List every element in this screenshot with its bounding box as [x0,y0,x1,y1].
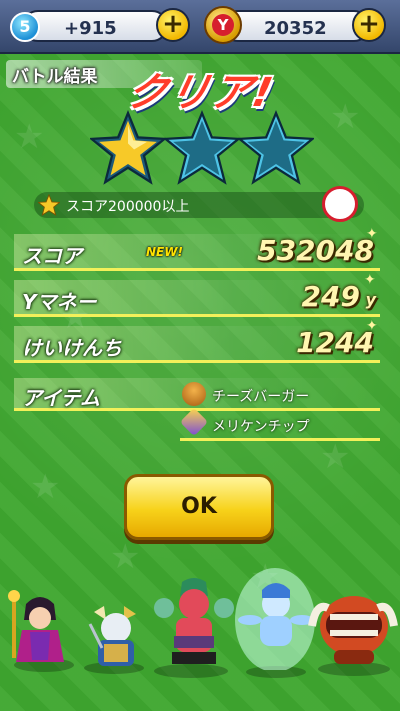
sparkle-icon: ✦ [366,318,378,334]
energy-icon: 5 [10,12,40,42]
add-energy-button[interactable]: + [156,8,190,42]
burger-icon [182,382,206,406]
energy-pill: +915 [22,10,168,42]
money-pill: 20352 [222,10,370,42]
exp-value: 1244 [296,326,374,359]
background-star-icon: ★ [14,117,45,157]
score-label: スコア [22,244,82,268]
background-star-icon: ★ [30,467,61,507]
top-status-bar: +915 5 + 20352 Y + [0,0,400,54]
ok-button-label: OK [181,494,217,519]
background-star-icon: ★ [330,97,361,137]
ok-button[interactable]: OK [124,474,274,540]
money-reward-unit: y [365,290,376,309]
energy-value: +915 [64,18,117,39]
money-reward-value: 249 [301,280,360,313]
score-value: 532048 [257,234,374,267]
game-screen: ★ ★ ★ ★ ★ ★ ★ +915 5 + 20352 Y + バトル結果 ク… [0,0,400,711]
cleared-stamp-icon [322,186,358,222]
sparkle-icon: ✦ [364,272,376,288]
sparkle-icon: ✦ [366,226,378,242]
oni-character-icon [154,578,234,664]
princess-character-icon [8,590,64,662]
red-monster-character-icon [308,596,398,664]
result-star-empty-icon [164,110,240,185]
money-icon-letter: Y [212,14,234,36]
chip-icon [179,407,209,437]
row-divider [180,438,380,441]
money-reward-label: Yマネー [22,290,97,314]
item-name: チーズバーガー [212,389,310,405]
new-record-badge: NEW! [146,245,183,259]
item-name: メリケンチップ [212,419,310,435]
clear-condition-text: スコア200000以上 [66,199,190,215]
samurai-cat-character-icon [88,606,136,666]
money-icon: Y [204,6,242,44]
result-star-empty-icon [238,110,314,185]
background-star-icon: ★ [320,437,351,477]
background-star-icon: ★ [110,537,141,577]
condition-star-icon [38,194,60,216]
items-label: アイテム [22,386,100,410]
money-value: 20352 [264,18,327,39]
add-money-button[interactable]: + [352,8,386,42]
battle-result-label: バトル結果 [12,67,98,87]
exp-label: けいけんち [22,336,122,360]
energy-level: 5 [19,17,31,36]
result-star-filled-icon [90,110,166,185]
